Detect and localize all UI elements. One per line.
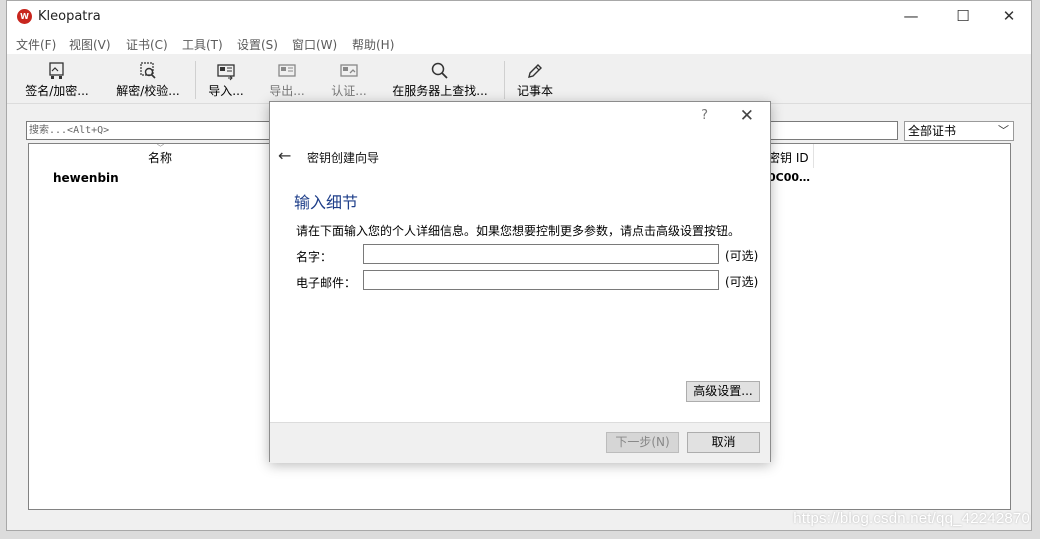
sign-encrypt-icon xyxy=(49,62,64,79)
import-button[interactable]: 导入... xyxy=(204,61,248,99)
notepad-button[interactable]: 记事本 xyxy=(513,61,557,99)
column-header-name[interactable]: 名称 xyxy=(148,149,172,166)
minimize-button[interactable]: — xyxy=(891,5,931,27)
next-button[interactable]: 下一步(N) xyxy=(606,432,679,453)
dialog-footer: 下一步(N) 取消 xyxy=(270,422,770,463)
name-optional-label: (可选) xyxy=(725,249,759,263)
advanced-settings-button[interactable]: 高级设置... xyxy=(686,381,760,402)
toolbar-separator xyxy=(195,61,196,99)
certify-label: 认证... xyxy=(331,84,367,98)
notepad-label: 记事本 xyxy=(516,84,553,98)
menu-help[interactable]: 帮助(H) xyxy=(352,36,394,53)
watermark: https://blog.csdn.net/qq_42242870 xyxy=(793,510,1030,527)
column-divider xyxy=(813,144,814,168)
menu-tools[interactable]: 工具(T) xyxy=(182,36,223,53)
export-icon xyxy=(278,64,296,77)
menu-settings[interactable]: 设置(S) xyxy=(237,36,278,53)
email-optional-label: (可选) xyxy=(725,275,759,289)
close-window-button[interactable]: ✕ xyxy=(989,5,1029,27)
certificate-filter-select[interactable]: 全部证书 ﹀ xyxy=(904,121,1014,141)
table-row-name[interactable]: hewenbin xyxy=(53,171,119,185)
certify-icon xyxy=(340,64,358,77)
export-button[interactable]: 导出... xyxy=(265,61,309,99)
chevron-down-icon: ﹀ xyxy=(998,124,1009,137)
search-icon xyxy=(431,62,448,79)
dialog-close-button[interactable]: ✕ xyxy=(740,106,754,126)
import-label: 导入... xyxy=(208,84,244,98)
menu-file[interactable]: 文件(F) xyxy=(16,36,56,53)
instructions-text: 请在下面输入您的个人详细信息。如果您想要控制更多参数，请点击高级设置按钮。 xyxy=(296,224,741,238)
title-bar: W Kleopatra — ☐ ✕ xyxy=(7,1,1031,32)
menu-bar: 文件(F) 视图(V) 证书(C) 工具(T) 设置(S) 窗口(W) 帮助(H… xyxy=(7,32,1031,54)
lookup-on-server-label: 在服务器上查找... xyxy=(392,84,488,98)
wizard-title: 密钥创建向导 xyxy=(307,151,380,165)
email-label: 电子邮件： xyxy=(296,276,357,290)
certify-button[interactable]: 认证... xyxy=(327,61,371,99)
kleopatra-logo-icon: W xyxy=(17,9,32,24)
section-heading: 输入细节 xyxy=(294,193,359,212)
key-creation-wizard-dialog: ? ✕ ← 密钥创建向导 输入细节 请在下面输入您的个人详细信息。如果您想要控制… xyxy=(269,101,771,463)
name-label: 名字： xyxy=(296,250,333,264)
help-button[interactable]: ? xyxy=(701,108,708,123)
column-header-keyid[interactable]: 密钥 ID xyxy=(768,149,809,166)
certificate-filter-value: 全部证书 xyxy=(908,124,957,138)
toolbar-separator xyxy=(504,61,505,99)
sign-encrypt-button[interactable]: 签名/加密... xyxy=(18,61,96,99)
name-input[interactable] xyxy=(363,244,719,264)
decrypt-verify-button[interactable]: 解密/校验... xyxy=(108,61,188,99)
export-label: 导出... xyxy=(269,84,305,98)
menu-window[interactable]: 窗口(W) xyxy=(292,36,337,53)
sign-encrypt-label: 签名/加密... xyxy=(25,84,89,98)
import-icon xyxy=(217,64,235,81)
cancel-button[interactable]: 取消 xyxy=(687,432,760,453)
pencil-icon xyxy=(528,64,542,78)
decrypt-verify-icon xyxy=(140,62,156,79)
menu-certificates[interactable]: 证书(C) xyxy=(126,36,168,53)
email-input[interactable] xyxy=(363,270,719,290)
back-arrow-icon[interactable]: ← xyxy=(278,146,291,165)
decrypt-verify-label: 解密/校验... xyxy=(116,84,180,98)
toolbar: 签名/加密... 解密/校验... 导入... 导出... 认证... 在服务器… xyxy=(7,55,1031,104)
maximize-button[interactable]: ☐ xyxy=(943,5,983,27)
menu-view[interactable]: 视图(V) xyxy=(69,36,111,53)
table-row-keyid[interactable]: 0C00… xyxy=(768,171,810,184)
lookup-on-server-button[interactable]: 在服务器上查找... xyxy=(387,61,493,99)
window-title: Kleopatra xyxy=(38,9,101,24)
